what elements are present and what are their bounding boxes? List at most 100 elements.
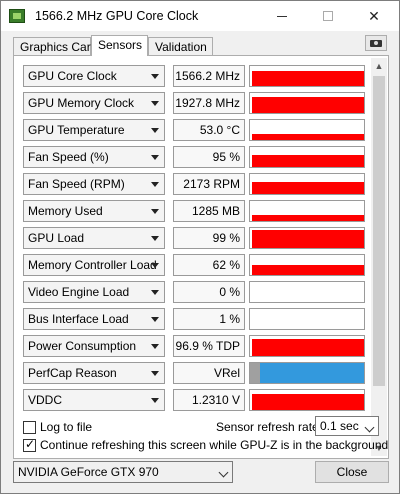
sensor-name-dropdown[interactable]: VDDC (23, 389, 165, 411)
sensor-graph (249, 335, 365, 357)
sensor-value: 53.0 °C (173, 119, 245, 141)
sensor-name: Power Consumption (28, 339, 137, 353)
sensor-row: GPU Temperature 53.0 °C (23, 119, 365, 141)
sensor-value: 95 % (173, 146, 245, 168)
sensor-graph (249, 65, 365, 87)
sensor-row: PerfCap Reason VRel (23, 362, 365, 384)
sensor-graph (249, 281, 365, 303)
sensor-row: Fan Speed (RPM) 2173 RPM (23, 173, 365, 195)
gpu-select[interactable]: NVIDIA GeForce GTX 970 (13, 461, 233, 483)
dropdown-arrow-icon (151, 209, 159, 214)
sensor-row: Fan Speed (%) 95 % (23, 146, 365, 168)
sensor-graph-fill (252, 71, 364, 86)
sensor-name-dropdown[interactable]: Memory Controller Load (23, 254, 165, 276)
sensor-graph-fill (252, 182, 364, 194)
sensor-graph (249, 92, 365, 114)
sensor-graph-fill (252, 265, 364, 275)
sensor-graph-fill (252, 155, 364, 167)
sensor-graph-fill (260, 363, 364, 383)
sensor-name-dropdown[interactable]: Video Engine Load (23, 281, 165, 303)
log-to-file-label: Log to file (40, 420, 93, 434)
sensor-name-dropdown[interactable]: Power Consumption (23, 335, 165, 357)
sensor-name: GPU Temperature (28, 123, 125, 137)
sensor-graph-fill (252, 134, 364, 140)
tab-graphics-card[interactable]: Graphics Card (13, 37, 97, 55)
screenshot-camera-button[interactable] (365, 35, 387, 51)
sensor-value: 99 % (173, 227, 245, 249)
sensor-row: VDDC 1.2310 V (23, 389, 365, 411)
sensor-name: GPU Memory Clock (28, 96, 135, 110)
maximize-button[interactable] (305, 1, 351, 31)
tab-validation[interactable]: Validation (148, 37, 213, 55)
sensor-name-dropdown[interactable]: PerfCap Reason (23, 362, 165, 384)
sensor-row: Bus Interface Load 1 % (23, 308, 365, 330)
close-button[interactable]: Close (315, 461, 389, 483)
sensor-graph (249, 200, 365, 222)
close-window-button[interactable]: ✕ (351, 1, 397, 31)
continue-refreshing-checkbox[interactable] (23, 437, 36, 452)
sensor-name-dropdown[interactable]: Fan Speed (RPM) (23, 173, 165, 195)
sensor-name: PerfCap Reason (28, 366, 117, 380)
sensor-value: 96.9 % TDP (173, 335, 245, 357)
sensor-name-dropdown[interactable]: Memory Used (23, 200, 165, 222)
log-to-file-checkbox[interactable] (23, 421, 36, 434)
refresh-rate-select[interactable]: 0.1 sec (315, 416, 379, 436)
sensor-row: GPU Load 99 % (23, 227, 365, 249)
sensor-graph (249, 362, 365, 384)
sensor-graph-fill (252, 97, 364, 113)
sensor-name: Fan Speed (RPM) (28, 177, 125, 191)
scroll-up-arrow-icon[interactable]: ▲ (371, 58, 387, 74)
dropdown-arrow-icon (151, 398, 159, 403)
sensor-row: GPU Core Clock 1566.2 MHz (23, 65, 365, 87)
dropdown-arrow-icon (151, 74, 159, 79)
dropdown-arrow-icon (151, 317, 159, 322)
sensor-graph (249, 173, 365, 195)
sensor-name-dropdown[interactable]: GPU Core Clock (23, 65, 165, 87)
sensor-name: GPU Load (28, 231, 85, 245)
dropdown-arrow-icon (151, 263, 159, 268)
sensor-value: 0 % (173, 281, 245, 303)
window-title: 1566.2 MHz GPU Core Clock (35, 9, 199, 23)
sensor-name-dropdown[interactable]: Fan Speed (%) (23, 146, 165, 168)
sensor-value: 2173 RPM (173, 173, 245, 195)
sensor-graph-fill-idle (250, 363, 260, 383)
sensor-row: Power Consumption 96.9 % TDP (23, 335, 365, 357)
sensor-value: 1285 MB (173, 200, 245, 222)
sensor-value: 1 % (173, 308, 245, 330)
dropdown-arrow-icon (151, 236, 159, 241)
sensor-graph (249, 146, 365, 168)
sensor-graph-fill (252, 339, 364, 356)
dropdown-arrow-icon (151, 101, 159, 106)
sensors-panel: GPU Core Clock 1566.2 MHz GPU Memory Clock… (13, 55, 389, 459)
sensor-graph (249, 308, 365, 330)
gpuz-window: 1566.2 MHz GPU Core Clock ✕ Graphics Car… (0, 0, 400, 494)
sensor-name: GPU Core Clock (28, 69, 117, 83)
sensor-value: 1566.2 MHz (173, 65, 245, 87)
scroll-thumb[interactable] (373, 76, 385, 386)
gpuz-app-icon (9, 9, 25, 23)
dropdown-arrow-icon (151, 128, 159, 133)
minimize-button[interactable] (259, 1, 305, 31)
vertical-scrollbar[interactable]: ▲ ▼ (371, 58, 387, 456)
sensor-value: VRel (173, 362, 245, 384)
refresh-rate-label: Sensor refresh rate: (216, 420, 323, 434)
dropdown-arrow-icon (151, 182, 159, 187)
title-bar: 1566.2 MHz GPU Core Clock ✕ (1, 1, 399, 31)
sensor-graph (249, 254, 365, 276)
sensor-row: GPU Memory Clock 1927.8 MHz (23, 92, 365, 114)
sensor-name: Video Engine Load (28, 285, 130, 299)
chevron-down-icon (364, 422, 375, 433)
sensor-graph (249, 389, 365, 411)
sensor-name-dropdown[interactable]: GPU Load (23, 227, 165, 249)
sensor-name-dropdown[interactable]: GPU Temperature (23, 119, 165, 141)
tab-sensors[interactable]: Sensors (91, 35, 148, 56)
dropdown-arrow-icon (151, 290, 159, 295)
dropdown-arrow-icon (151, 371, 159, 376)
sensor-value: 62 % (173, 254, 245, 276)
sensor-name-dropdown[interactable]: GPU Memory Clock (23, 92, 165, 114)
sensor-name: Bus Interface Load (28, 312, 129, 326)
sensor-name: Memory Used (28, 204, 103, 218)
sensor-name-dropdown[interactable]: Bus Interface Load (23, 308, 165, 330)
dropdown-arrow-icon (151, 155, 159, 160)
sensor-graph (249, 227, 365, 249)
